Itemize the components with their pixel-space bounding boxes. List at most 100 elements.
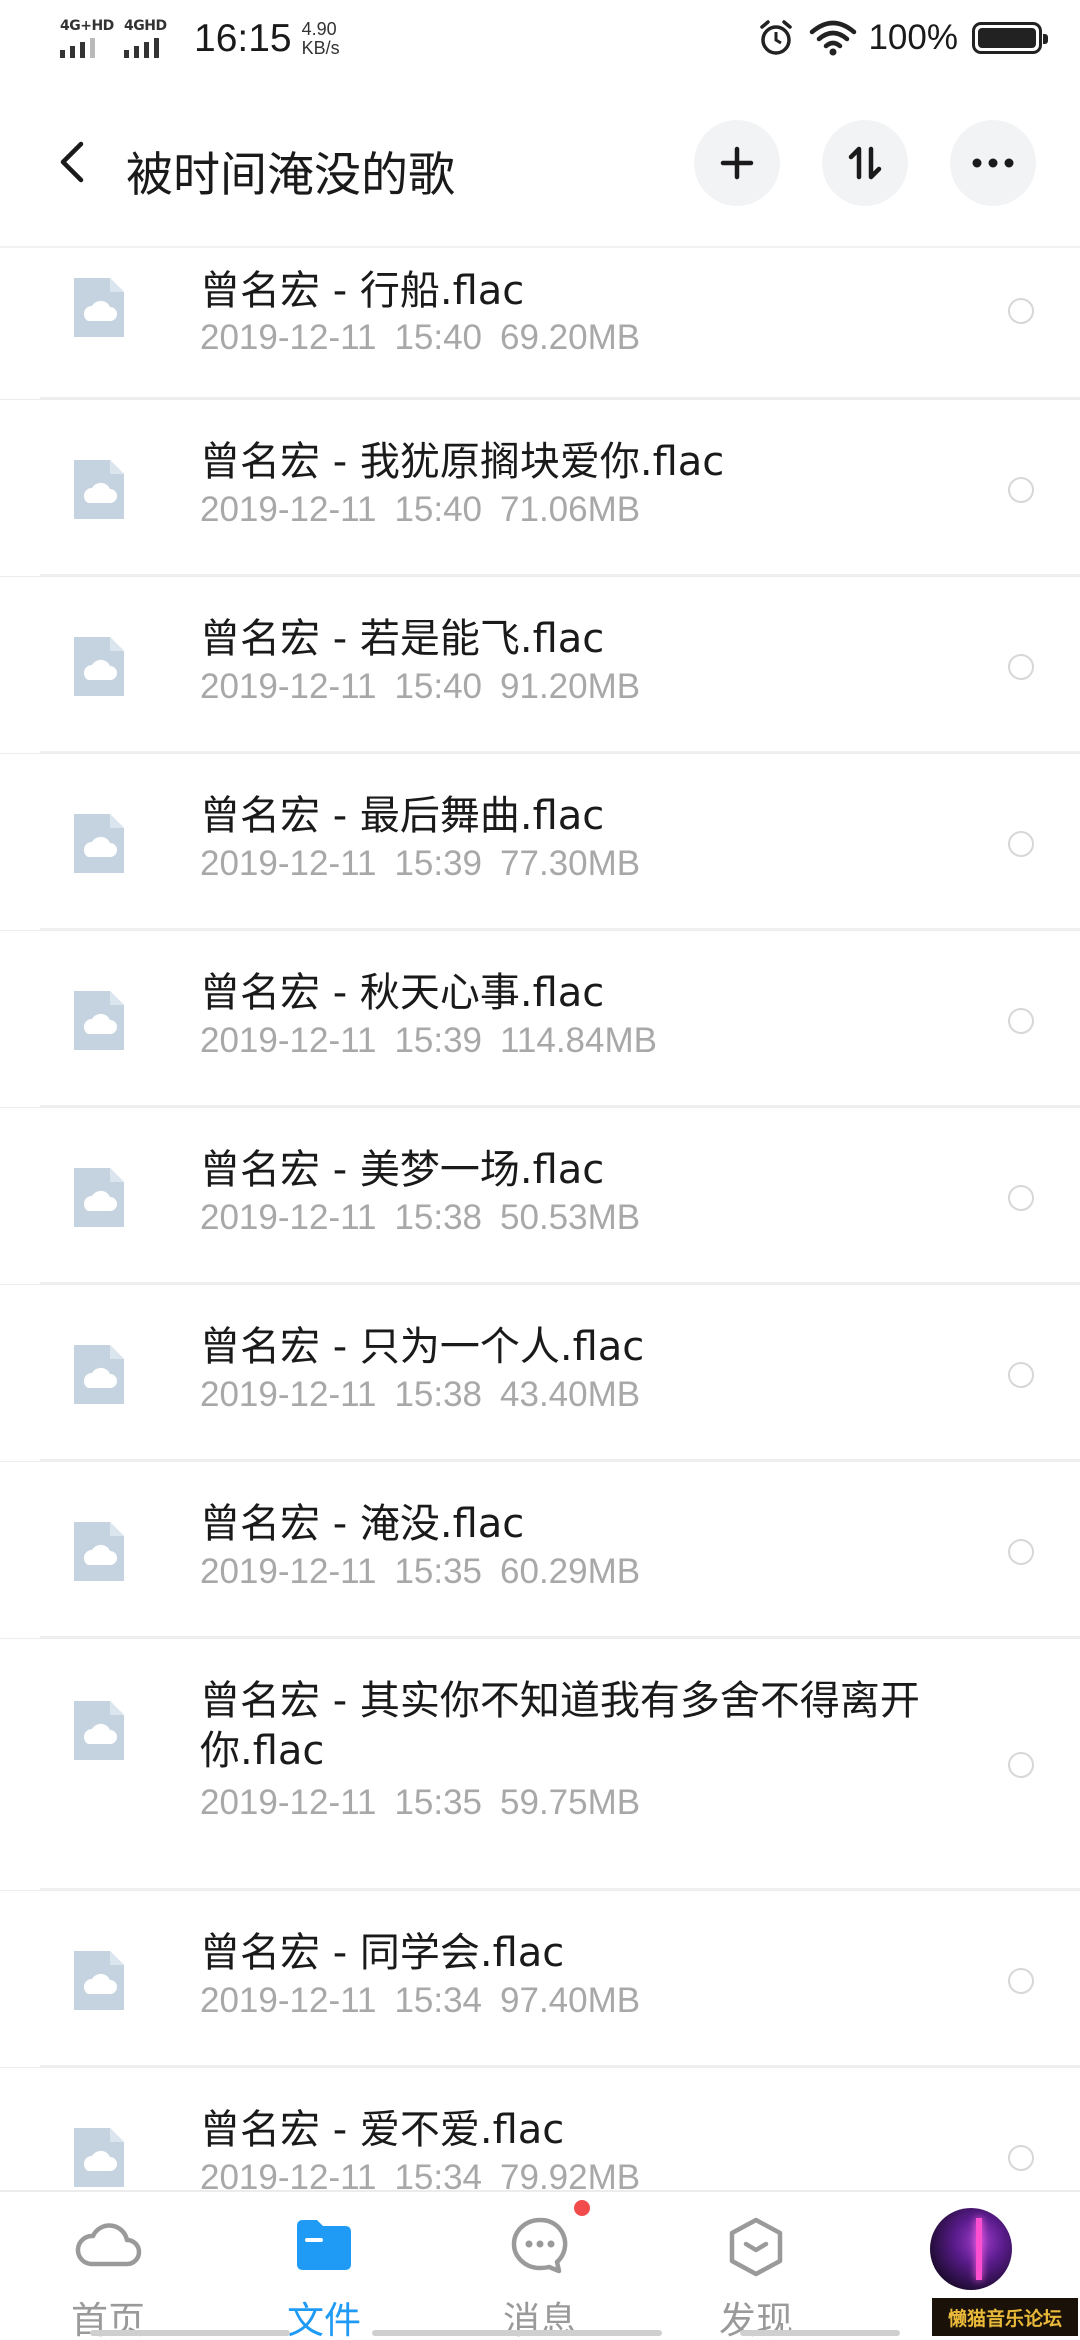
select-radio[interactable] <box>1008 1752 1034 1778</box>
status-time: 16:15 <box>194 17 292 60</box>
file-icon <box>72 635 126 698</box>
file-meta: 2019-12-11 15:38 50.53MB <box>200 1198 640 1238</box>
network-speed-unit: KB/s <box>301 38 340 58</box>
file-time: 15:35 <box>394 1783 483 1822</box>
file-date: 2019-12-11 <box>200 318 377 357</box>
file-row[interactable]: 曾名宏 - 行船.flac 2019-12-11 15:40 69.20MB <box>0 248 1080 400</box>
file-row[interactable]: 曾名宏 - 只为一个人.flac 2019-12-11 15:38 43.40MB <box>0 1285 1080 1462</box>
file-row[interactable]: 曾名宏 - 其实你不知道我有多舍不得离开你.flac 2019-12-11 15:3… <box>0 1639 1080 1891</box>
battery-icon <box>972 22 1048 54</box>
alarm-icon <box>760 20 793 55</box>
add-button[interactable] <box>694 120 780 206</box>
select-radio[interactable] <box>1008 1539 1034 1565</box>
file-name: 曾名宏 - 秋天心事.flac <box>200 970 605 1016</box>
battery-percent: 100% <box>868 18 958 57</box>
chat-icon <box>511 2217 568 2274</box>
discover-icon <box>729 2217 783 2277</box>
file-date: 2019-12-11 <box>200 667 377 706</box>
wifi-icon <box>810 20 857 56</box>
file-icon <box>72 1949 126 2012</box>
file-time: 15:38 <box>394 1375 483 1414</box>
file-size: 69.20MB <box>500 318 641 357</box>
file-row[interactable]: 曾名宏 - 同学会.flac 2019-12-11 15:34 97.40MB <box>0 1891 1080 2068</box>
file-time: 15:35 <box>394 1552 483 1591</box>
file-meta: 2019-12-11 15:40 91.20MB <box>200 667 640 707</box>
page-title: 被时间淹没的歌 <box>126 148 455 203</box>
row-divider <box>40 751 1080 753</box>
select-radio[interactable] <box>1008 477 1034 503</box>
file-name: 曾名宏 - 淹没.flac <box>200 1501 525 1547</box>
file-time: 15:40 <box>394 667 483 706</box>
file-row[interactable]: 曾名宏 - 秋天心事.flac 2019-12-11 15:39 114.84MB <box>0 931 1080 1108</box>
back-button[interactable] <box>44 134 100 190</box>
select-radio[interactable] <box>1008 654 1034 680</box>
file-row[interactable]: 曾名宏 - 美梦一场.flac 2019-12-11 15:38 50.53MB <box>0 1108 1080 1285</box>
file-date: 2019-12-11 <box>200 1552 377 1591</box>
file-meta: 2019-12-11 15:35 59.75MB <box>200 1783 640 1823</box>
select-radio[interactable] <box>1008 831 1034 857</box>
tab-home[interactable]: 首页 <box>0 2192 216 2340</box>
file-meta: 2019-12-11 15:40 71.06MB <box>200 490 640 530</box>
tab-files[interactable]: 文件 <box>216 2192 432 2340</box>
row-divider <box>40 397 1080 399</box>
file-name: 曾名宏 - 只为一个人.flac <box>200 1324 645 1370</box>
row-divider <box>40 1105 1080 1107</box>
more-icon <box>972 158 1014 168</box>
message-badge-dot <box>574 2200 590 2216</box>
select-radio[interactable] <box>1008 1185 1034 1211</box>
file-icon <box>72 1166 126 1229</box>
file-date: 2019-12-11 <box>200 490 377 529</box>
file-row[interactable]: 曾名宏 - 我犹原搁块爱你.flac 2019-12-11 15:40 71.06MB <box>0 400 1080 577</box>
status-left: 4G+HD 4GHD 16:15 4.90 KB/s <box>58 16 340 62</box>
status-right: 100% <box>756 18 1048 58</box>
select-radio[interactable] <box>1008 1968 1034 1994</box>
file-name: 曾名宏 - 若是能飞.flac <box>200 616 605 662</box>
select-radio[interactable] <box>1008 1362 1034 1388</box>
file-icon <box>72 812 126 875</box>
file-size: 71.06MB <box>500 490 641 529</box>
chevron-left-icon <box>60 141 84 183</box>
file-icon <box>72 276 126 339</box>
more-button[interactable] <box>950 120 1036 206</box>
file-time: 15:40 <box>394 490 483 529</box>
file-size: 59.75MB <box>500 1783 641 1822</box>
row-divider <box>40 928 1080 930</box>
file-date: 2019-12-11 <box>200 1783 377 1822</box>
file-icon <box>72 458 126 521</box>
file-row[interactable]: 曾名宏 - 若是能飞.flac 2019-12-11 15:40 91.20MB <box>0 577 1080 754</box>
avatar[interactable] <box>930 2208 1012 2290</box>
select-radio[interactable] <box>1008 2145 1034 2171</box>
file-meta: 2019-12-11 15:34 97.40MB <box>200 1981 640 2021</box>
plus-icon <box>720 146 754 180</box>
network-speed: 4.90 KB/s <box>302 20 340 58</box>
file-name: 曾名宏 - 其实你不知道我有多舍不得离开你.flac <box>200 1678 920 1774</box>
file-row[interactable]: 曾名宏 - 最后舞曲.flac 2019-12-11 15:39 77.30MB <box>0 754 1080 931</box>
file-name: 曾名宏 - 最后舞曲.flac <box>200 793 605 839</box>
file-icon <box>72 1699 126 1762</box>
file-size: 60.29MB <box>500 1552 641 1591</box>
file-time: 15:38 <box>394 1198 483 1237</box>
tab-messages[interactable]: 消息 <box>432 2192 648 2340</box>
file-time: 15:34 <box>394 1981 483 2020</box>
row-divider <box>40 2065 1080 2067</box>
file-size: 50.53MB <box>500 1198 641 1237</box>
sort-icon <box>848 146 882 180</box>
header: 被时间淹没的歌 <box>0 100 1080 246</box>
tab-discover[interactable]: 发现 <box>648 2192 864 2340</box>
file-row[interactable]: 曾名宏 - 淹没.flac 2019-12-11 15:35 60.29MB <box>0 1462 1080 1639</box>
row-divider <box>40 1636 1080 1638</box>
file-time: 15:39 <box>394 1021 483 1060</box>
sort-button[interactable] <box>822 120 908 206</box>
file-size: 77.30MB <box>500 844 641 883</box>
file-date: 2019-12-11 <box>200 1375 377 1414</box>
file-name: 曾名宏 - 爱不爱.flac <box>200 2107 565 2153</box>
file-date: 2019-12-11 <box>200 1981 377 2020</box>
file-name: 曾名宏 - 美梦一场.flac <box>200 1147 605 1193</box>
select-radio[interactable] <box>1008 1008 1034 1034</box>
file-size: 97.40MB <box>500 1981 641 2020</box>
bottom-nav: 首页 文件 消息 发现 <box>0 2190 1080 2340</box>
select-radio[interactable] <box>1008 298 1034 324</box>
file-time: 15:39 <box>394 844 483 883</box>
cloud-icon <box>75 2223 142 2267</box>
file-name: 曾名宏 - 同学会.flac <box>200 1930 565 1976</box>
